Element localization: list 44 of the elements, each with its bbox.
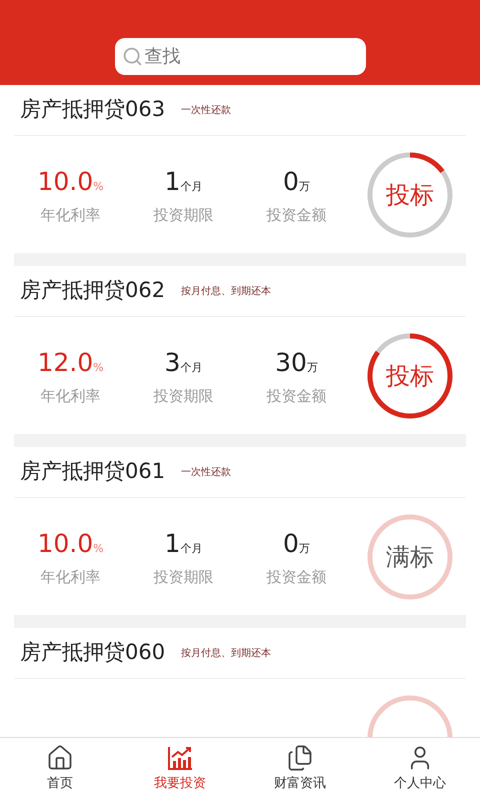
stat-label: 年化利率 [40,567,100,588]
stat-label: 投资期限 [154,205,214,226]
stat-value: 1 [164,166,180,198]
stat-unit: 个月 [180,540,202,556]
stat-unit: % [93,178,104,194]
stat-value: 10.0 [37,528,94,560]
home-icon [46,744,74,772]
loan-title: 房产抵押贷060 [20,639,166,666]
stat-value: 10.0 [37,166,94,198]
stat-unit: 个月 [180,178,202,194]
stat-label: 投资金额 [266,205,326,226]
stat-value: 0 [283,166,299,198]
stat-label: 投资金额 [266,386,326,407]
loan-title: 房产抵押贷062 [20,277,166,304]
tab[interactable]: 首页 [0,738,120,800]
search-icon [122,46,142,67]
repayment-tag: 一次性还款 [181,464,232,480]
repayment-tag: 按月付息、到期还本 [181,646,272,660]
repayment-tag: 按月付息、到期还本 [181,284,272,298]
stat-value: 3 [164,346,180,378]
search-field[interactable]: 查找 [114,38,366,75]
stat-label: 年化利率 [40,205,100,226]
stat-value: 12.0 [37,346,94,378]
loan-title: 房产抵押贷061 [20,458,166,486]
stat-label: 投资金额 [266,567,326,588]
loan-title: 房产抵押贷063 [20,96,166,124]
stat-unit: 个月 [180,360,202,376]
stat-unit: % [93,360,104,376]
bar-chart-icon [166,744,194,772]
stat-label: 投资期限 [154,386,214,407]
stat-value: 0 [283,528,299,560]
documents-icon [286,744,314,772]
stat-unit: 万 [298,540,310,556]
stat-label: 投资期限 [154,567,214,588]
tab[interactable]: 个人中心 [360,738,480,800]
stat-unit: % [93,540,104,556]
tab[interactable]: 我要投资 [120,738,240,800]
tab[interactable]: 财富资讯 [240,738,360,800]
stat-unit: 万 [298,178,310,194]
stat-value: 30 [275,346,307,378]
stat-unit: 万 [306,360,318,376]
stat-value: 1 [164,528,180,560]
repayment-tag: 一次性还款 [181,102,232,118]
stat-label: 年化利率 [40,386,100,407]
